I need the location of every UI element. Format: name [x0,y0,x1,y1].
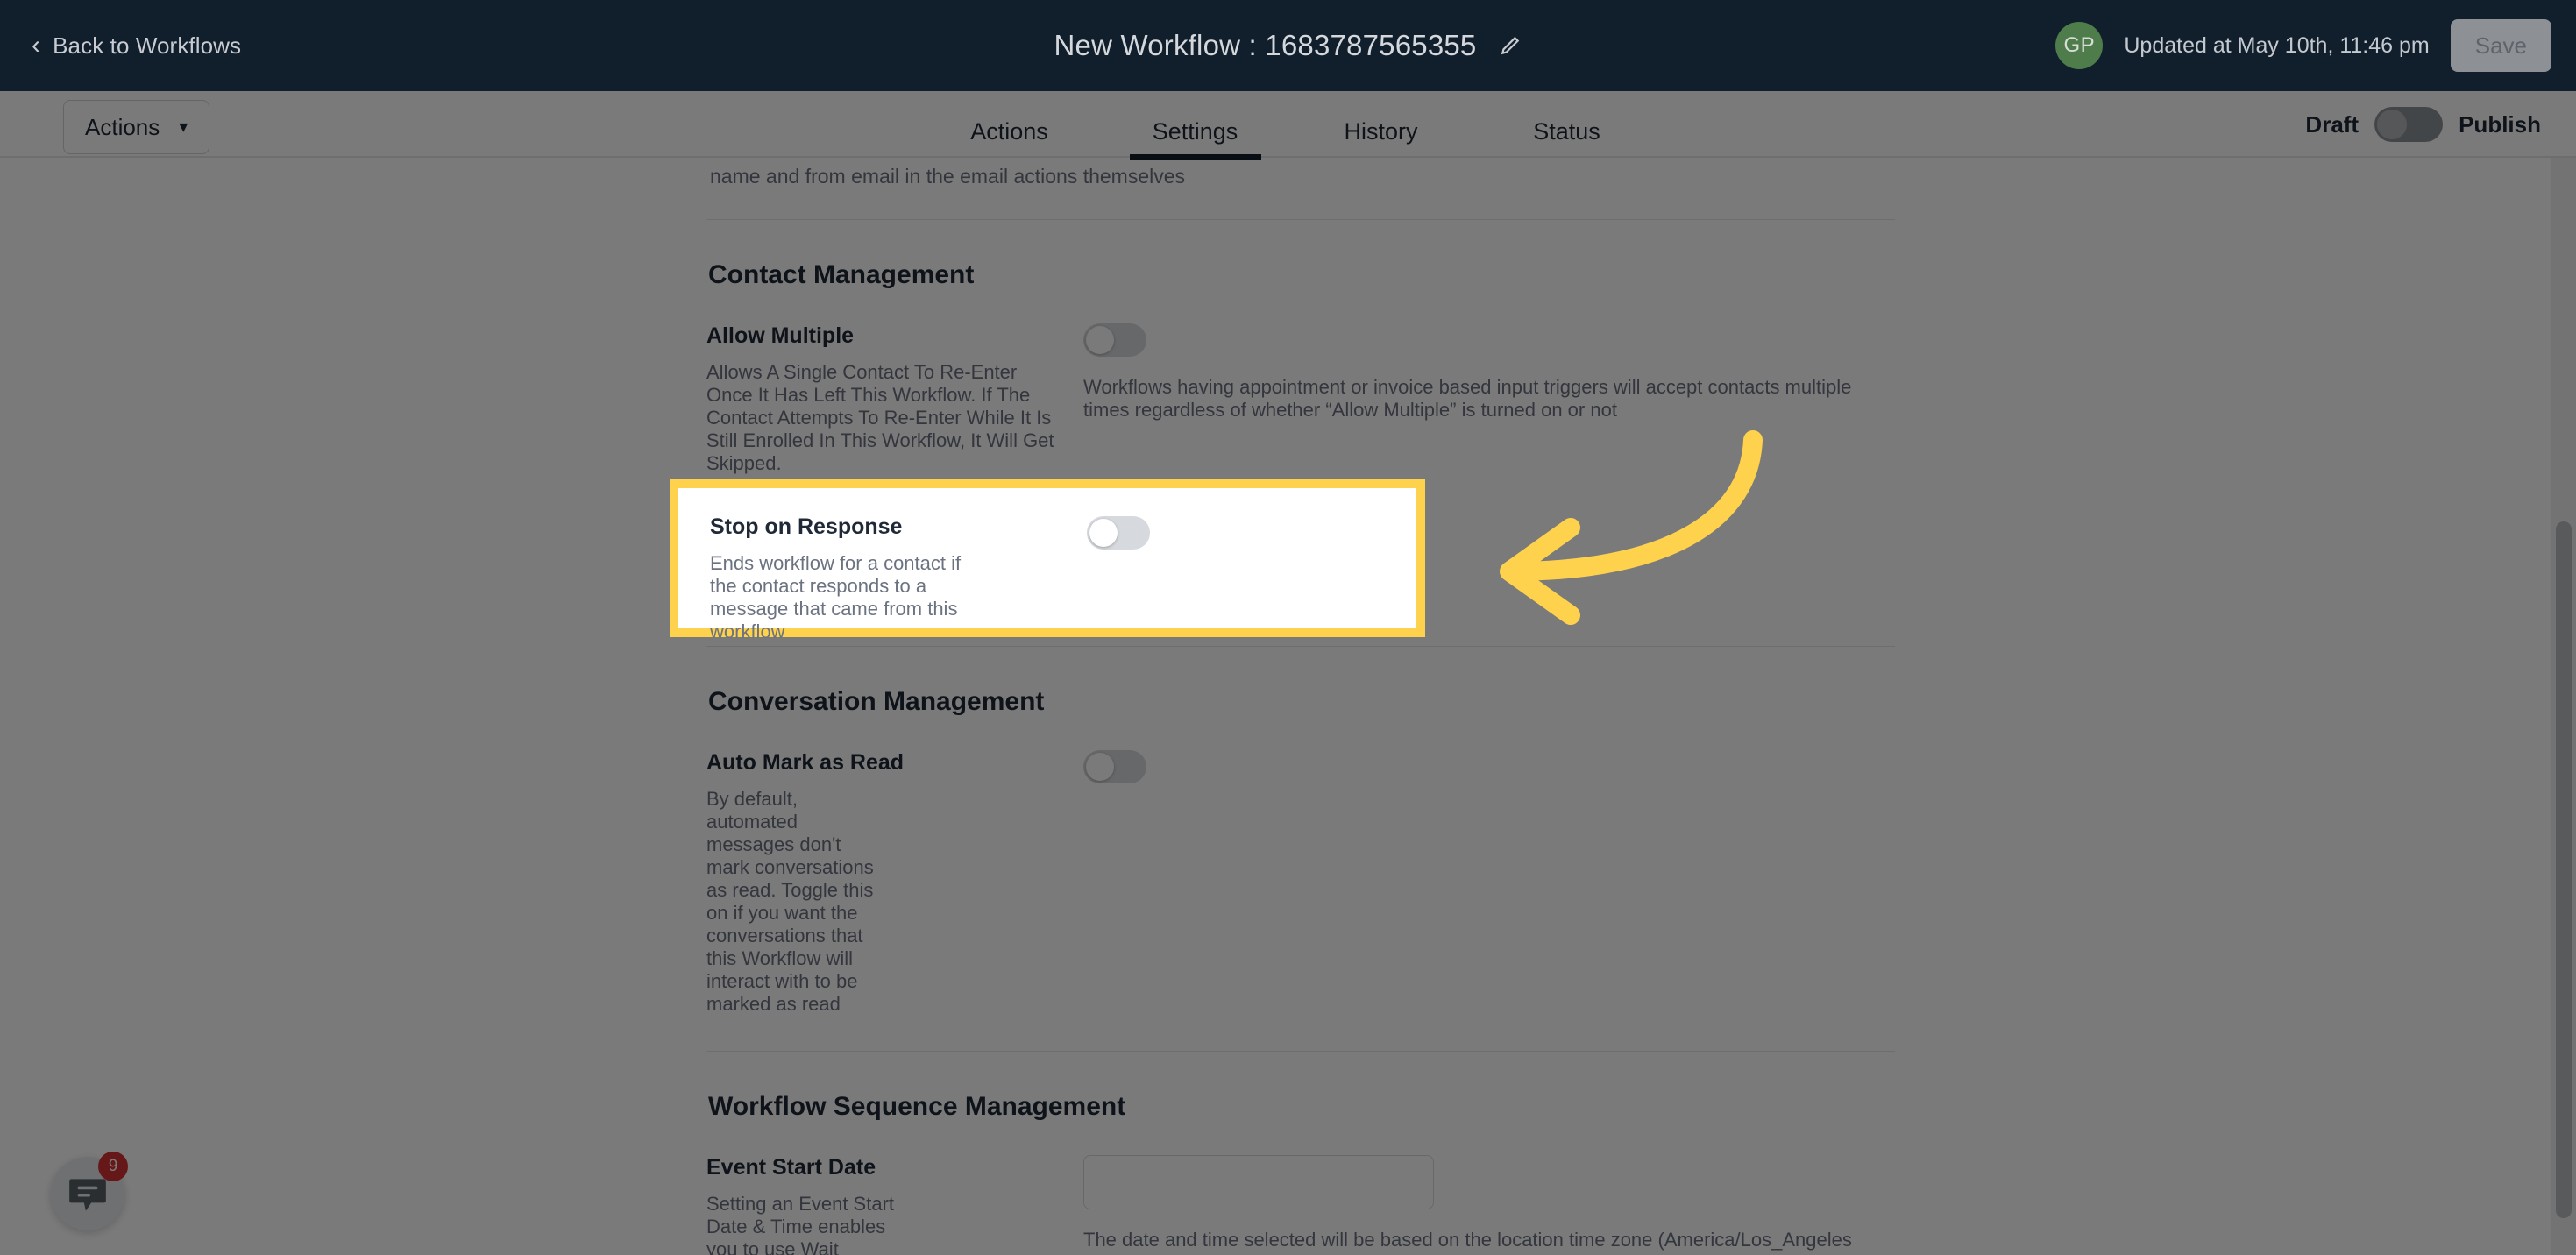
updated-timestamp: Updated at May 10th, 11:46 pm [2124,32,2430,58]
highlight-text-column: Stop on Response Ends workflow for a con… [710,514,1087,643]
page-scrollbar-track[interactable] [2551,158,2576,1255]
allow-multiple-toggle[interactable] [1083,323,1146,357]
auto-mark-as-read-right [1083,750,1895,1016]
allow-multiple-note: Workflows having appointment or invoice … [1083,376,1852,421]
back-to-workflows-link[interactable]: ‹ Back to Workflows [32,32,241,60]
highlight-row: Stop on Response Ends workflow for a con… [710,514,1385,643]
tab-actions[interactable]: Actions [944,118,1075,158]
auto-mark-as-read-label: Auto Mark as Read [706,750,905,775]
pencil-icon[interactable] [1499,34,1522,57]
tab-bar: Actions Settings History Status [0,91,2576,158]
highlight-toggle-column [1087,514,1385,643]
allow-multiple-description: Allows A Single Contact To Re-Enter Once… [706,361,1054,474]
avatar[interactable]: GP [2055,22,2104,69]
draft-publish-group: Draft Publish [2305,91,2541,158]
allow-multiple-toggle-knob [1086,326,1114,354]
auto-mark-as-read-toggle[interactable] [1083,750,1146,783]
highlighted-stop-on-response-description: Ends workflow for a contact if the conta… [710,552,962,642]
tab-status[interactable]: Status [1501,118,1633,158]
section-title-workflow-sequence-management: Workflow Sequence Management [708,1092,1126,1121]
setting-row-auto-mark-as-read: Auto Mark as Read By default, automated … [706,750,1895,1016]
publish-toggle[interactable] [2374,107,2444,142]
allow-multiple-left: Allow Multiple Allows A Single Contact T… [706,323,1083,475]
settings-content-panel: name and from email in the email actions… [706,158,1895,1255]
tab-settings[interactable]: Settings [1130,118,1261,158]
allow-multiple-right: Workflows having appointment or invoice … [1083,323,1895,475]
section-title-contact-management: Contact Management [708,260,975,289]
event-start-date-left: Event Start Date Setting an Event Start … [706,1155,1083,1255]
workflow-title: New Workflow : 1683787565355 [1054,29,1477,61]
tab-history[interactable]: History [1316,118,1447,158]
top-header: ‹ Back to Workflows New Workflow : 16837… [0,0,2576,91]
draft-label: Draft [2305,110,2360,138]
auto-mark-as-read-left: Auto Mark as Read By default, automated … [706,750,1083,1016]
sub-header: Actions ▾ Actions Settings History Statu… [0,91,2576,158]
highlighted-stop-on-response-toggle[interactable] [1087,516,1150,550]
highlight-inner-content: Stop on Response Ends workflow for a con… [678,488,1416,642]
chat-widget[interactable]: 9 [51,1152,128,1230]
chevron-left-icon: ‹ [32,31,41,60]
event-start-date-right: The date and time selected will be based… [1083,1155,1895,1255]
publish-toggle-knob [2377,110,2408,139]
email-settings-fragment-text: name and from email in the email actions… [710,165,1186,188]
event-start-date-note: The date and time selected will be based… [1083,1229,1852,1255]
section-divider [706,219,1895,220]
back-to-workflows-label: Back to Workflows [53,32,242,59]
page-scrollbar-thumb[interactable] [2556,521,2572,1218]
app-root: ‹ Back to Workflows New Workflow : 16837… [0,0,2576,1255]
event-start-date-input[interactable] [1083,1155,1434,1209]
chat-bubble-glyph [69,1179,106,1211]
auto-mark-as-read-toggle-knob [1086,753,1114,781]
header-right-group: GP Updated at May 10th, 11:46 pm Save [2055,0,2551,91]
auto-mark-as-read-description: By default, automated messages don't mar… [706,788,874,1015]
setting-row-allow-multiple: Allow Multiple Allows A Single Contact T… [706,323,1895,475]
highlight-box-stop-on-response: Stop on Response Ends workflow for a con… [670,479,1425,642]
publish-label: Publish [2459,110,2541,138]
allow-multiple-label: Allow Multiple [706,323,855,348]
highlighted-stop-on-response-label: Stop on Response [710,514,903,539]
save-button[interactable]: Save [2450,19,2551,72]
section-divider [706,646,1895,647]
section-title-conversation-management: Conversation Management [708,687,1045,716]
event-start-date-label: Event Start Date [706,1155,876,1180]
section-divider [706,1051,1895,1052]
setting-row-event-start-date: Event Start Date Setting an Event Start … [706,1155,1895,1255]
event-start-date-description: Setting an Event Start Date & Time enabl… [706,1193,895,1255]
chat-unread-badge: 9 [98,1152,128,1181]
highlighted-stop-on-response-toggle-knob [1089,519,1118,547]
avatar-initials: GP [2063,33,2096,57]
